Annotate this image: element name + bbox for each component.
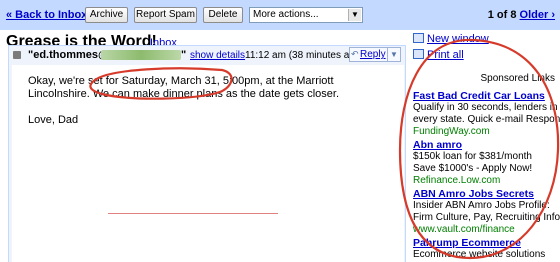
- delete-button[interactable]: Delete: [203, 7, 243, 23]
- signature: Love, Dad: [28, 114, 79, 126]
- ad-url: Refinance.Low.com: [413, 175, 501, 186]
- ad-headline[interactable]: Abn amro: [413, 139, 560, 151]
- new-window-label: New window: [427, 33, 489, 45]
- body-line: Okay, we're set for Saturday, March 31, …: [28, 75, 334, 87]
- divider: [108, 213, 278, 214]
- chevron-down-icon[interactable]: ▼: [387, 48, 400, 61]
- sender-close-quote: ": [181, 49, 187, 61]
- ad-description: Insider ABN Amro Jobs Profile:: [413, 200, 550, 211]
- new-window-link[interactable]: New window: [413, 33, 489, 45]
- ad-url: www.vault.com/finance: [413, 224, 515, 235]
- show-details-link[interactable]: show details: [190, 50, 245, 61]
- sender-name: "ed.thommes@: [28, 49, 109, 61]
- ad-description: Ecommerce website solutions: [413, 249, 546, 260]
- body-line: Lincolnshire. We can make dinner plans a…: [28, 88, 340, 100]
- ad-description: Save $1000's - Apply Now!: [413, 163, 533, 174]
- older-link[interactable]: Older ›: [520, 9, 555, 21]
- more-actions-value: More actions...: [253, 9, 319, 20]
- print-all-link[interactable]: Print all: [413, 49, 464, 61]
- ad-description: Firm Culture, Pay, Recruiting Info!: [413, 212, 560, 223]
- ad-url: FundingWay.com: [413, 126, 490, 137]
- ad-description: every state. Quick e-mail Response.: [413, 114, 560, 125]
- ad-item: ABN Amro Jobs Secrets Insider ABN Amro J…: [413, 188, 560, 236]
- page-count: 1 of 8: [487, 9, 517, 21]
- message-header: "ed.thommes@ " show details 11:12 am (38…: [8, 45, 406, 65]
- reply-label: Reply: [360, 49, 386, 60]
- redacted-email-block: [101, 50, 181, 60]
- more-actions-select[interactable]: More actions... ▼: [249, 7, 363, 23]
- message-timestamp: 11:12 am (38 minutes ago): [245, 50, 364, 61]
- print-all-label: Print all: [427, 49, 464, 61]
- report-spam-button[interactable]: Report Spam: [134, 7, 197, 23]
- ad-item: Pahrump Ecommerce Ecommerce website solu…: [413, 237, 560, 261]
- pagination: 1 of 8 Older ›: [488, 9, 555, 21]
- new-window-icon: [413, 33, 424, 43]
- ad-headline[interactable]: Fast Bad Credit Car Loans: [413, 90, 560, 102]
- toolbar: « Back to Inbox Archive Report Spam Dele…: [0, 0, 560, 30]
- sponsored-links-title: Sponsored Links: [480, 73, 556, 84]
- sender-icon: [13, 51, 21, 59]
- ad-item: Fast Bad Credit Car Loans Qualify in 30 …: [413, 90, 560, 138]
- ad-description: Qualify in 30 seconds, lenders in: [413, 102, 558, 113]
- reply-button[interactable]: ↶ Reply ▼: [349, 47, 401, 62]
- message-body: Okay, we're set for Saturday, March 31, …: [12, 65, 404, 262]
- archive-button[interactable]: Archive: [85, 7, 128, 23]
- ad-headline[interactable]: Pahrump Ecommerce: [413, 237, 560, 249]
- printer-icon: [413, 49, 424, 59]
- ad-headline[interactable]: ABN Amro Jobs Secrets: [413, 188, 560, 200]
- back-to-inbox-link[interactable]: « Back to Inbox: [6, 9, 87, 21]
- chevron-down-icon: ▼: [348, 9, 361, 21]
- ad-description: $150k loan for $381/month: [413, 151, 532, 162]
- ad-item: Abn amro $150k loan for $381/month Save …: [413, 139, 560, 187]
- reply-arrow-icon: ↶: [351, 49, 359, 59]
